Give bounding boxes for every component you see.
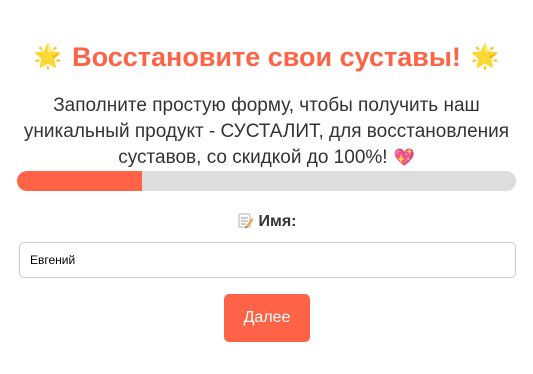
progress-bar-fill — [17, 171, 142, 191]
intro-text: Заполните простую форму, чтобы получить … — [23, 95, 510, 168]
page-title: 🌟 Восстановите свои суставы! 🌟 — [0, 38, 533, 75]
name-input[interactable] — [19, 242, 516, 278]
glowing-star-icon: 🌟 — [470, 43, 500, 69]
memo-icon — [237, 212, 254, 229]
progress-bar — [17, 171, 516, 191]
sparkling-heart-icon: 💖 — [393, 148, 415, 167]
name-label-text: Имя: — [258, 213, 297, 230]
page-title-text: Восстановите свои суставы! — [72, 42, 461, 72]
name-field-label: Имя: — [0, 212, 533, 232]
glowing-star-icon: 🌟 — [33, 43, 63, 69]
next-button[interactable]: Далее — [224, 294, 310, 342]
intro-text-block: Заполните простую форму, чтобы получить … — [22, 93, 511, 171]
